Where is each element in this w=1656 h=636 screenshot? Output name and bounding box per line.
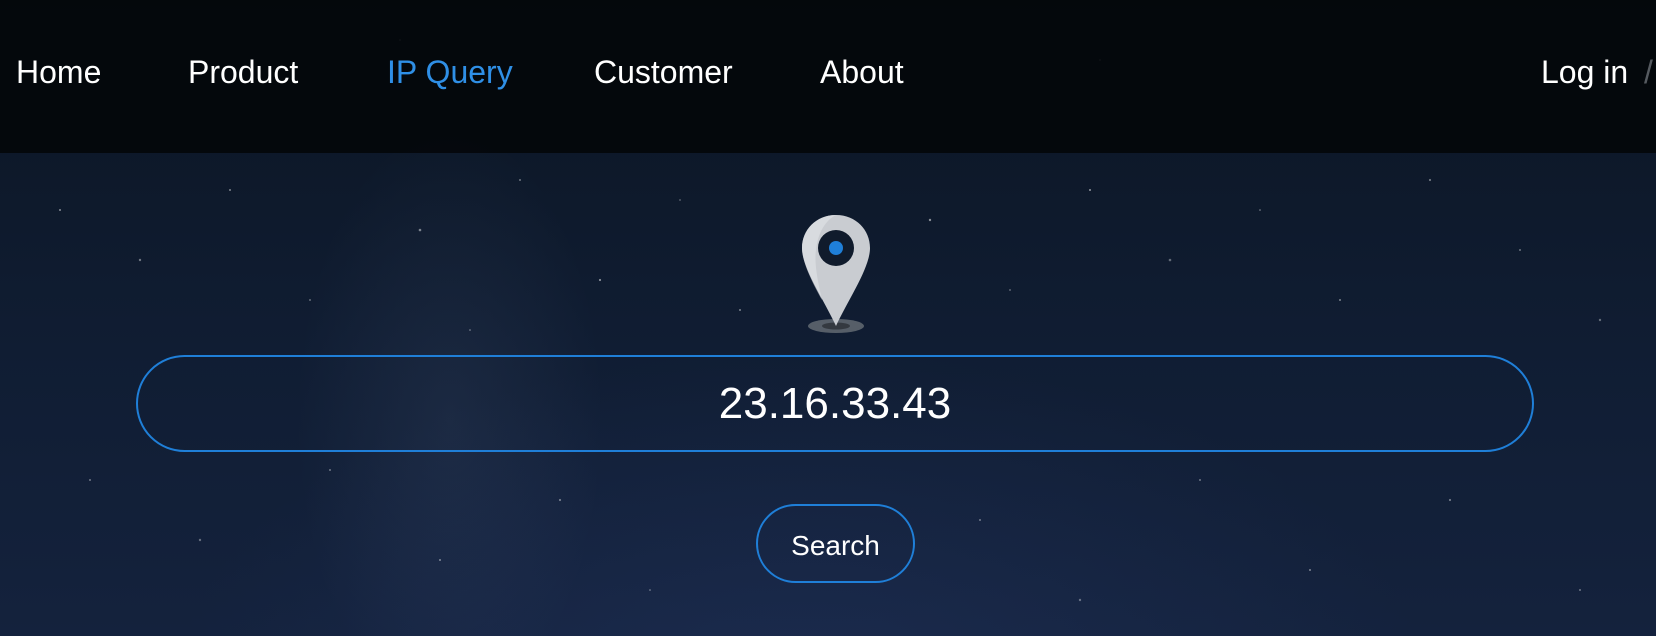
nav-item-home[interactable]: Home	[16, 50, 101, 94]
login-link[interactable]: Log in	[1541, 50, 1628, 94]
top-navigation-bar: Home Product IP Query Customer About Log…	[0, 0, 1656, 153]
search-button[interactable]: Search	[756, 504, 915, 583]
nav-item-customer[interactable]: Customer	[594, 50, 733, 94]
nav-item-about[interactable]: About	[820, 50, 904, 94]
map-pin-icon	[802, 215, 870, 333]
nav-item-product[interactable]: Product	[188, 50, 298, 94]
nav-separator: /	[1644, 54, 1653, 90]
nav-item-ip-query[interactable]: IP Query	[387, 50, 513, 94]
ip-search-input[interactable]	[136, 355, 1534, 452]
